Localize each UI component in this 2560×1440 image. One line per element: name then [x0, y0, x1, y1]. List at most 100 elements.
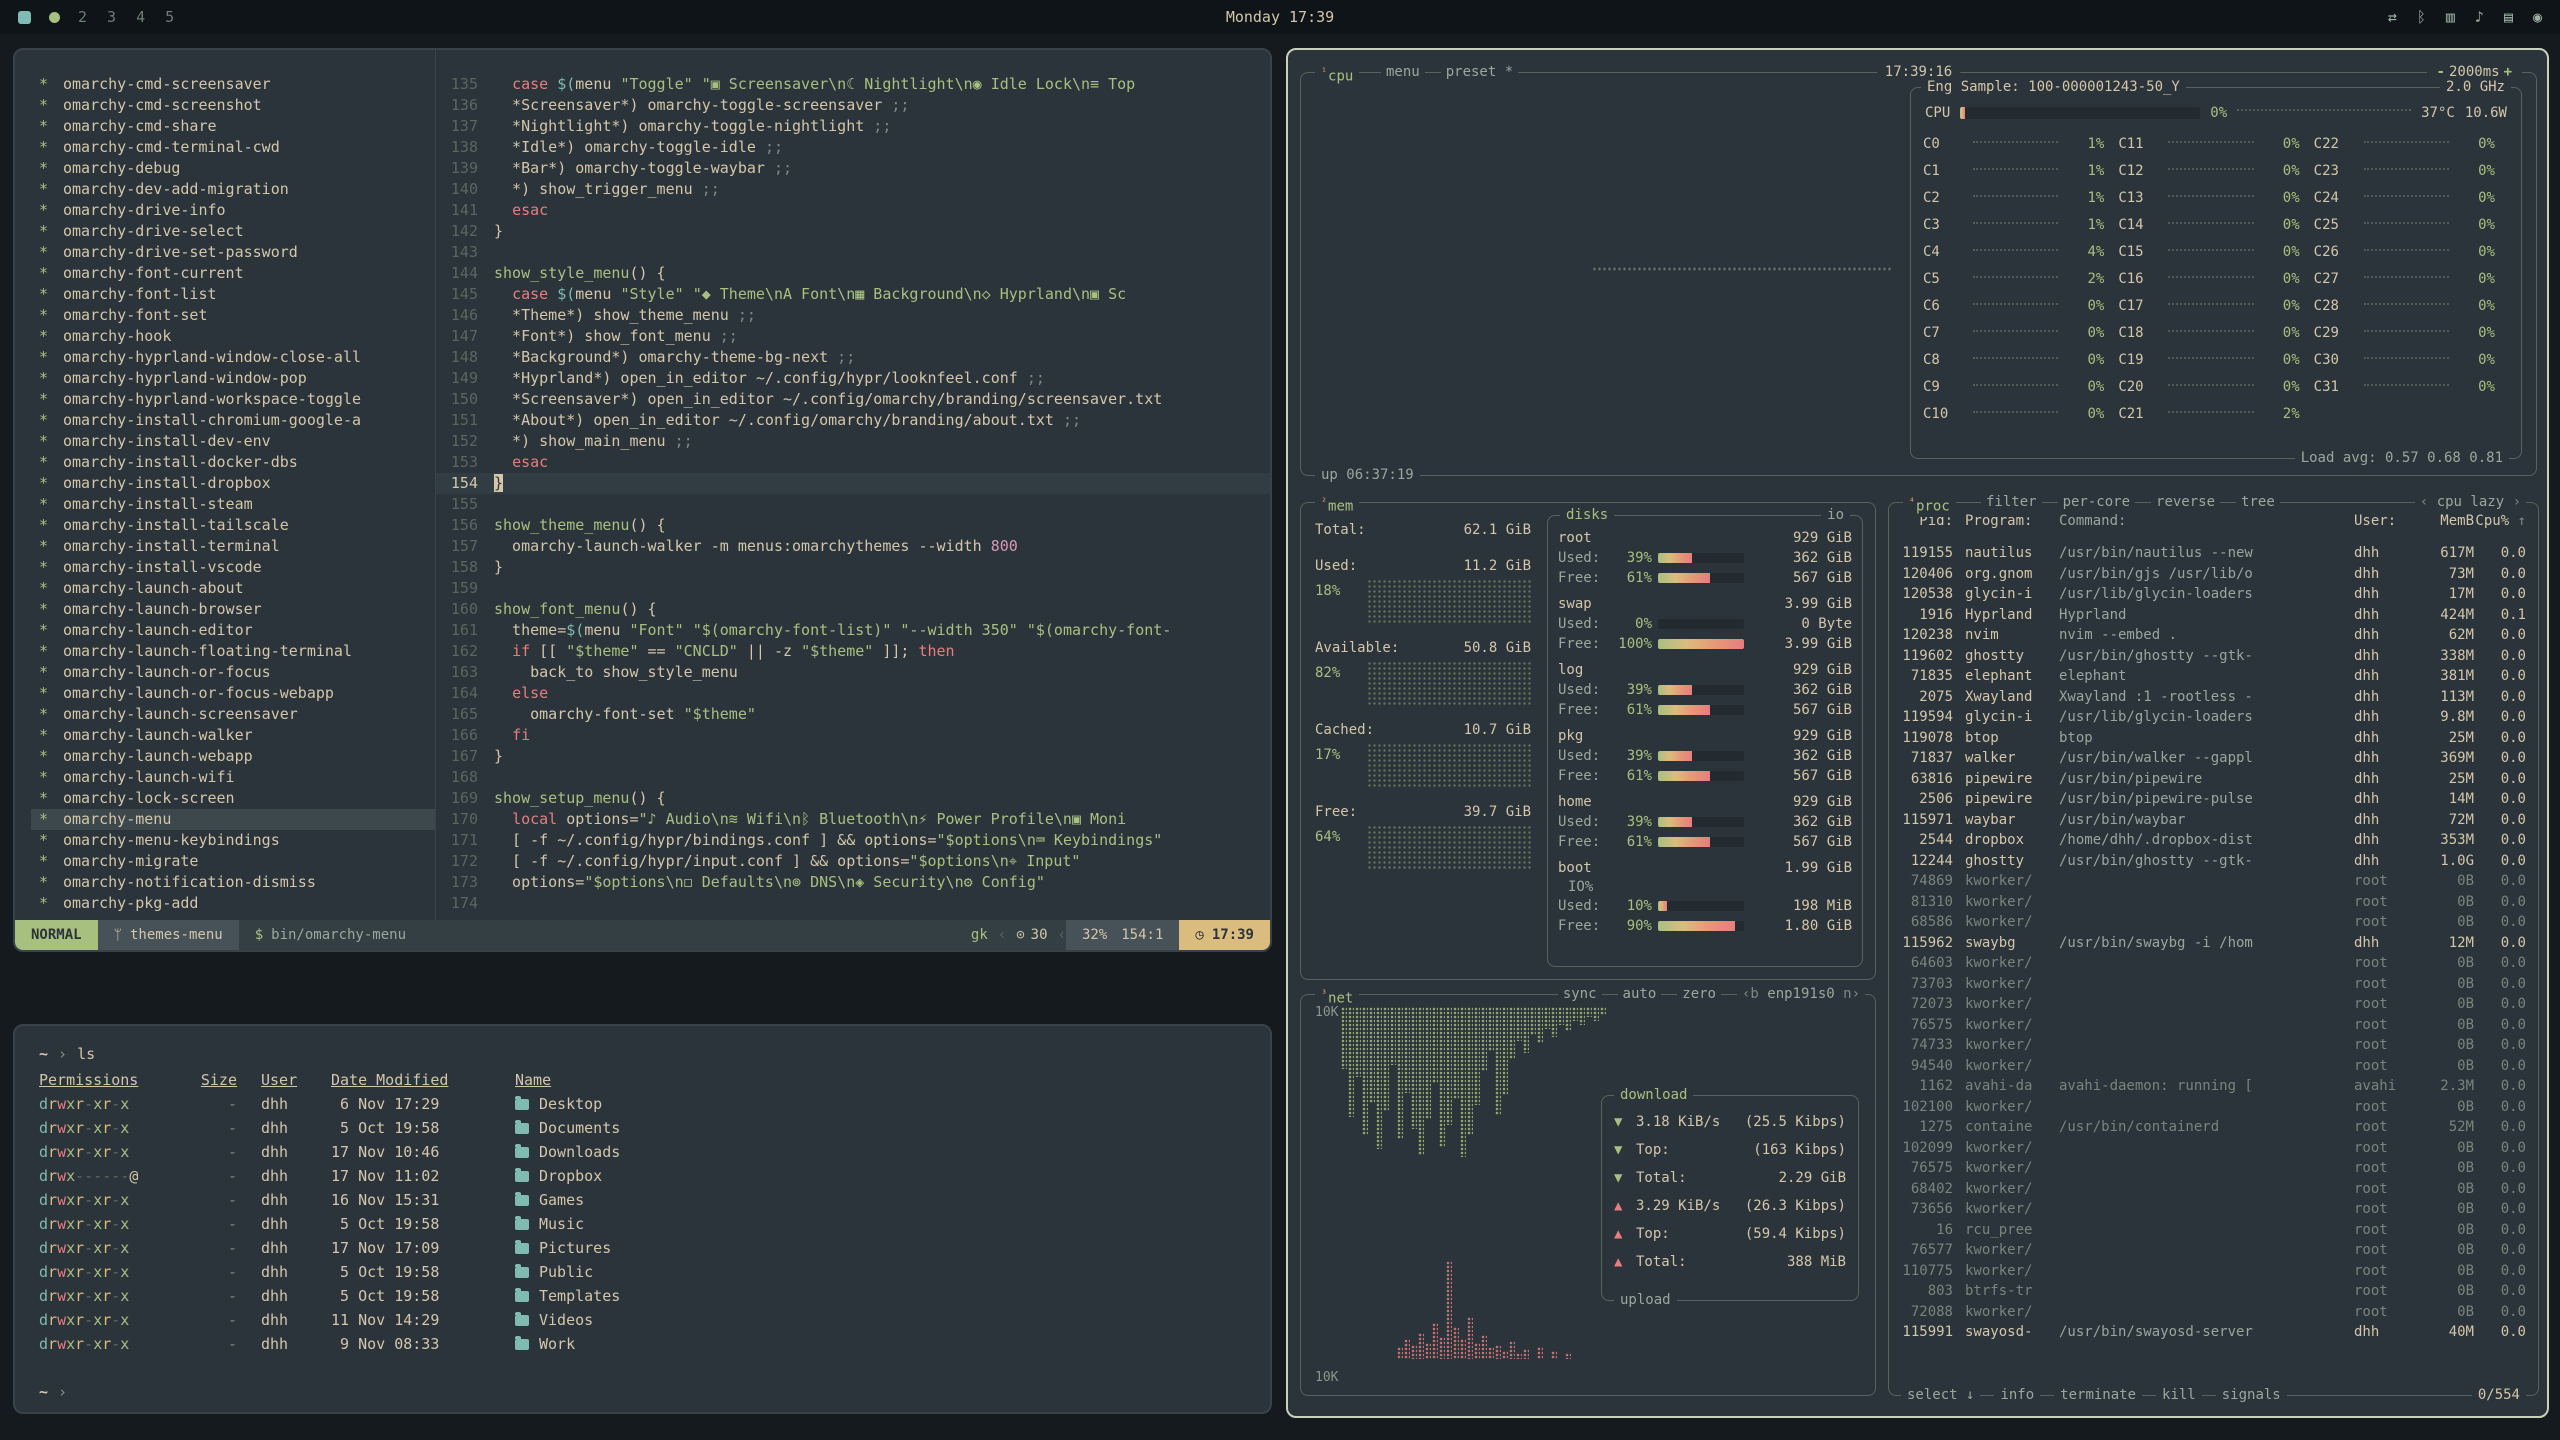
interface-selector[interactable]: ‹b enp191s0 n›: [1737, 985, 1865, 1004]
process-row[interactable]: 120538glycin-i/usr/lib/glycin-loadersdhh…: [1901, 586, 2526, 607]
process-row[interactable]: 2075XwaylandXwayland :1 -rootless -dhh11…: [1901, 689, 2526, 710]
process-row[interactable]: 72088kworker/root0B0.0: [1901, 1304, 2526, 1325]
process-row[interactable]: 803btrfs-trroot0B0.0: [1901, 1283, 2526, 1304]
sidebar-item-file[interactable]: *omarchy-notification-dismiss: [31, 872, 435, 893]
sidebar-item-file[interactable]: *omarchy-dev-add-migration: [31, 179, 435, 200]
sidebar-item-file[interactable]: *omarchy-install-vscode: [31, 557, 435, 578]
empty-prompt[interactable]: ~ ›: [39, 1380, 1246, 1404]
code-pane[interactable]: 135 case $(menu "Toggle" "▣ Screensaver\…: [435, 50, 1270, 920]
sidebar-item-file[interactable]: *omarchy-launch-about: [31, 578, 435, 599]
sidebar-item-file[interactable]: *omarchy-hyprland-window-pop: [31, 368, 435, 389]
proc-button-percore[interactable]: per-core: [2058, 493, 2135, 512]
cpu-meter-icon[interactable]: ▥: [2446, 8, 2455, 26]
power-icon[interactable]: ◉: [2533, 8, 2542, 26]
process-row[interactable]: 1275containe/usr/bin/containerdroot52M0.…: [1901, 1119, 2526, 1140]
folder-name[interactable]: Pictures: [493, 1236, 1246, 1260]
sidebar-item-file[interactable]: *omarchy-install-steam: [31, 494, 435, 515]
proc-button-tree[interactable]: tree: [2236, 493, 2280, 512]
process-row[interactable]: 73703kworker/root0B0.0: [1901, 976, 2526, 997]
screenshare-icon[interactable]: ⇄: [2388, 8, 2397, 26]
process-column-header[interactable]: MemB: [2416, 513, 2474, 529]
btop-button-preset[interactable]: preset *: [1441, 63, 1518, 82]
process-row[interactable]: 73656kworker/root0B0.0: [1901, 1201, 2526, 1222]
folder-name[interactable]: Videos: [493, 1308, 1246, 1332]
sidebar-item-file[interactable]: *omarchy-launch-webapp: [31, 746, 435, 767]
sidebar-item-file[interactable]: *omarchy-migrate: [31, 851, 435, 872]
process-row[interactable]: 72073kworker/root0B0.0: [1901, 996, 2526, 1017]
process-column-header[interactable]: User:: [2354, 513, 2416, 529]
sidebar-item-file[interactable]: *omarchy-launch-or-focus: [31, 662, 435, 683]
process-row[interactable]: 2544dropbox/home/dhh/.dropbox-distdhh353…: [1901, 832, 2526, 853]
sidebar-item-file[interactable]: *omarchy-cmd-terminal-cwd: [31, 137, 435, 158]
io-mode-toggle[interactable]: io: [1821, 506, 1850, 525]
battery-icon[interactable]: ▤: [2504, 8, 2513, 26]
folder-name[interactable]: Dropbox: [493, 1164, 1246, 1188]
workspace-5[interactable]: 5: [165, 8, 174, 26]
sidebar-item-file[interactable]: *omarchy-debug: [31, 158, 435, 179]
workspace-4[interactable]: 4: [136, 8, 145, 26]
process-row[interactable]: 71835elephantelephantdhh381M0.0: [1901, 668, 2526, 689]
process-row[interactable]: 119078btopbtopdhh25M0.0: [1901, 730, 2526, 751]
process-row[interactable]: 63816pipewire/usr/bin/pipewiredhh25M0.0: [1901, 771, 2526, 792]
process-action-terminate[interactable]: terminate: [2054, 1386, 2142, 1405]
process-row[interactable]: 76575kworker/root0B0.0: [1901, 1160, 2526, 1181]
process-panel-title[interactable]: ⁴proc: [1903, 493, 1956, 517]
folder-name[interactable]: Games: [493, 1188, 1246, 1212]
sidebar-item-file[interactable]: *omarchy-hook: [31, 326, 435, 347]
process-column-header[interactable]: Program:: [1965, 513, 2059, 529]
sidebar-item-file[interactable]: *omarchy-font-set: [31, 305, 435, 326]
process-action-signals[interactable]: signals: [2216, 1386, 2287, 1405]
sidebar-item-file[interactable]: *omarchy-font-list: [31, 284, 435, 305]
process-row[interactable]: 120238nvimnvim --embed .dhh62M0.0: [1901, 627, 2526, 648]
process-row[interactable]: 76577kworker/root0B0.0: [1901, 1242, 2526, 1263]
folder-name[interactable]: Public: [493, 1260, 1246, 1284]
process-row[interactable]: 64603kworker/root0B0.0: [1901, 955, 2526, 976]
process-row[interactable]: 2506pipewire/usr/bin/pipewire-pulsedhh14…: [1901, 791, 2526, 812]
sidebar-item-file[interactable]: *omarchy-cmd-screenshot: [31, 95, 435, 116]
process-row[interactable]: 68586kworker/root0B0.0: [1901, 914, 2526, 935]
folder-name[interactable]: Downloads: [493, 1140, 1246, 1164]
folder-name[interactable]: Work: [493, 1332, 1246, 1356]
sidebar-item-file[interactable]: *omarchy-launch-editor: [31, 620, 435, 641]
sidebar-item-file[interactable]: *omarchy-pkg-add: [31, 893, 435, 914]
sidebar-item-file[interactable]: *omarchy-cmd-screensaver: [31, 74, 435, 95]
sidebar-item-file[interactable]: *omarchy-launch-walker: [31, 725, 435, 746]
sidebar-item-file[interactable]: *omarchy-launch-browser: [31, 599, 435, 620]
sidebar-item-file[interactable]: *omarchy-launch-floating-terminal: [31, 641, 435, 662]
sidebar-item-file[interactable]: *omarchy-drive-info: [31, 200, 435, 221]
sidebar-item-file[interactable]: *omarchy-menu-keybindings: [31, 830, 435, 851]
sidebar-item-file[interactable]: *omarchy-launch-screensaver: [31, 704, 435, 725]
sidebar-item-file[interactable]: *omarchy-drive-select: [31, 221, 435, 242]
sidebar-item-file[interactable]: *omarchy-install-chromium-google-a: [31, 410, 435, 431]
active-workspace-icon[interactable]: [18, 11, 31, 24]
process-row[interactable]: 81310kworker/root0B0.0: [1901, 894, 2526, 915]
workspace-dot-icon[interactable]: [49, 12, 60, 23]
process-row[interactable]: 74733kworker/root0B0.0: [1901, 1037, 2526, 1058]
process-row[interactable]: 119155nautilus/usr/bin/nautilus --newdhh…: [1901, 545, 2526, 566]
process-action-kill[interactable]: kill: [2156, 1386, 2202, 1405]
sidebar-item-file[interactable]: *omarchy-launch-wifi: [31, 767, 435, 788]
net-button-sync[interactable]: sync: [1558, 985, 1602, 1004]
process-row[interactable]: 12244ghostty/usr/bin/ghostty --gtk-dhh1.…: [1901, 853, 2526, 874]
net-button-zero[interactable]: zero: [1677, 985, 1721, 1004]
sort-selector[interactable]: ‹ cpu lazy ›: [2415, 493, 2526, 512]
sidebar-item-file[interactable]: *omarchy-install-dropbox: [31, 473, 435, 494]
process-row[interactable]: 115962swaybg/usr/bin/swaybg -i /homdhh12…: [1901, 935, 2526, 956]
process-row[interactable]: 1162avahi-daavahi-daemon: running [avahi…: [1901, 1078, 2526, 1099]
process-row[interactable]: 102100kworker/root0B0.0: [1901, 1099, 2526, 1120]
process-row[interactable]: 102099kworker/root0B0.0: [1901, 1140, 2526, 1161]
process-row[interactable]: 94540kworker/root0B0.0: [1901, 1058, 2526, 1079]
process-row[interactable]: 71837walker/usr/bin/walker --gappldhh369…: [1901, 750, 2526, 771]
folder-name[interactable]: Templates: [493, 1284, 1246, 1308]
sidebar-item-file[interactable]: *omarchy-install-dev-env: [31, 431, 435, 452]
btop-button-menu[interactable]: menu: [1381, 63, 1425, 82]
sidebar-item-file[interactable]: *omarchy-hyprland-window-close-all: [31, 347, 435, 368]
cpu-panel-title[interactable]: ¹cpu: [1315, 63, 1359, 87]
sidebar-item-file[interactable]: *omarchy-drive-set-password: [31, 242, 435, 263]
folder-name[interactable]: Music: [493, 1212, 1246, 1236]
workspace-3[interactable]: 3: [107, 8, 116, 26]
sidebar-item-file[interactable]: *omarchy-menu: [31, 809, 435, 830]
process-row[interactable]: 74869kworker/root0B0.0: [1901, 873, 2526, 894]
bluetooth-icon[interactable]: ᛒ: [2417, 8, 2426, 26]
folder-name[interactable]: Desktop: [493, 1092, 1246, 1116]
